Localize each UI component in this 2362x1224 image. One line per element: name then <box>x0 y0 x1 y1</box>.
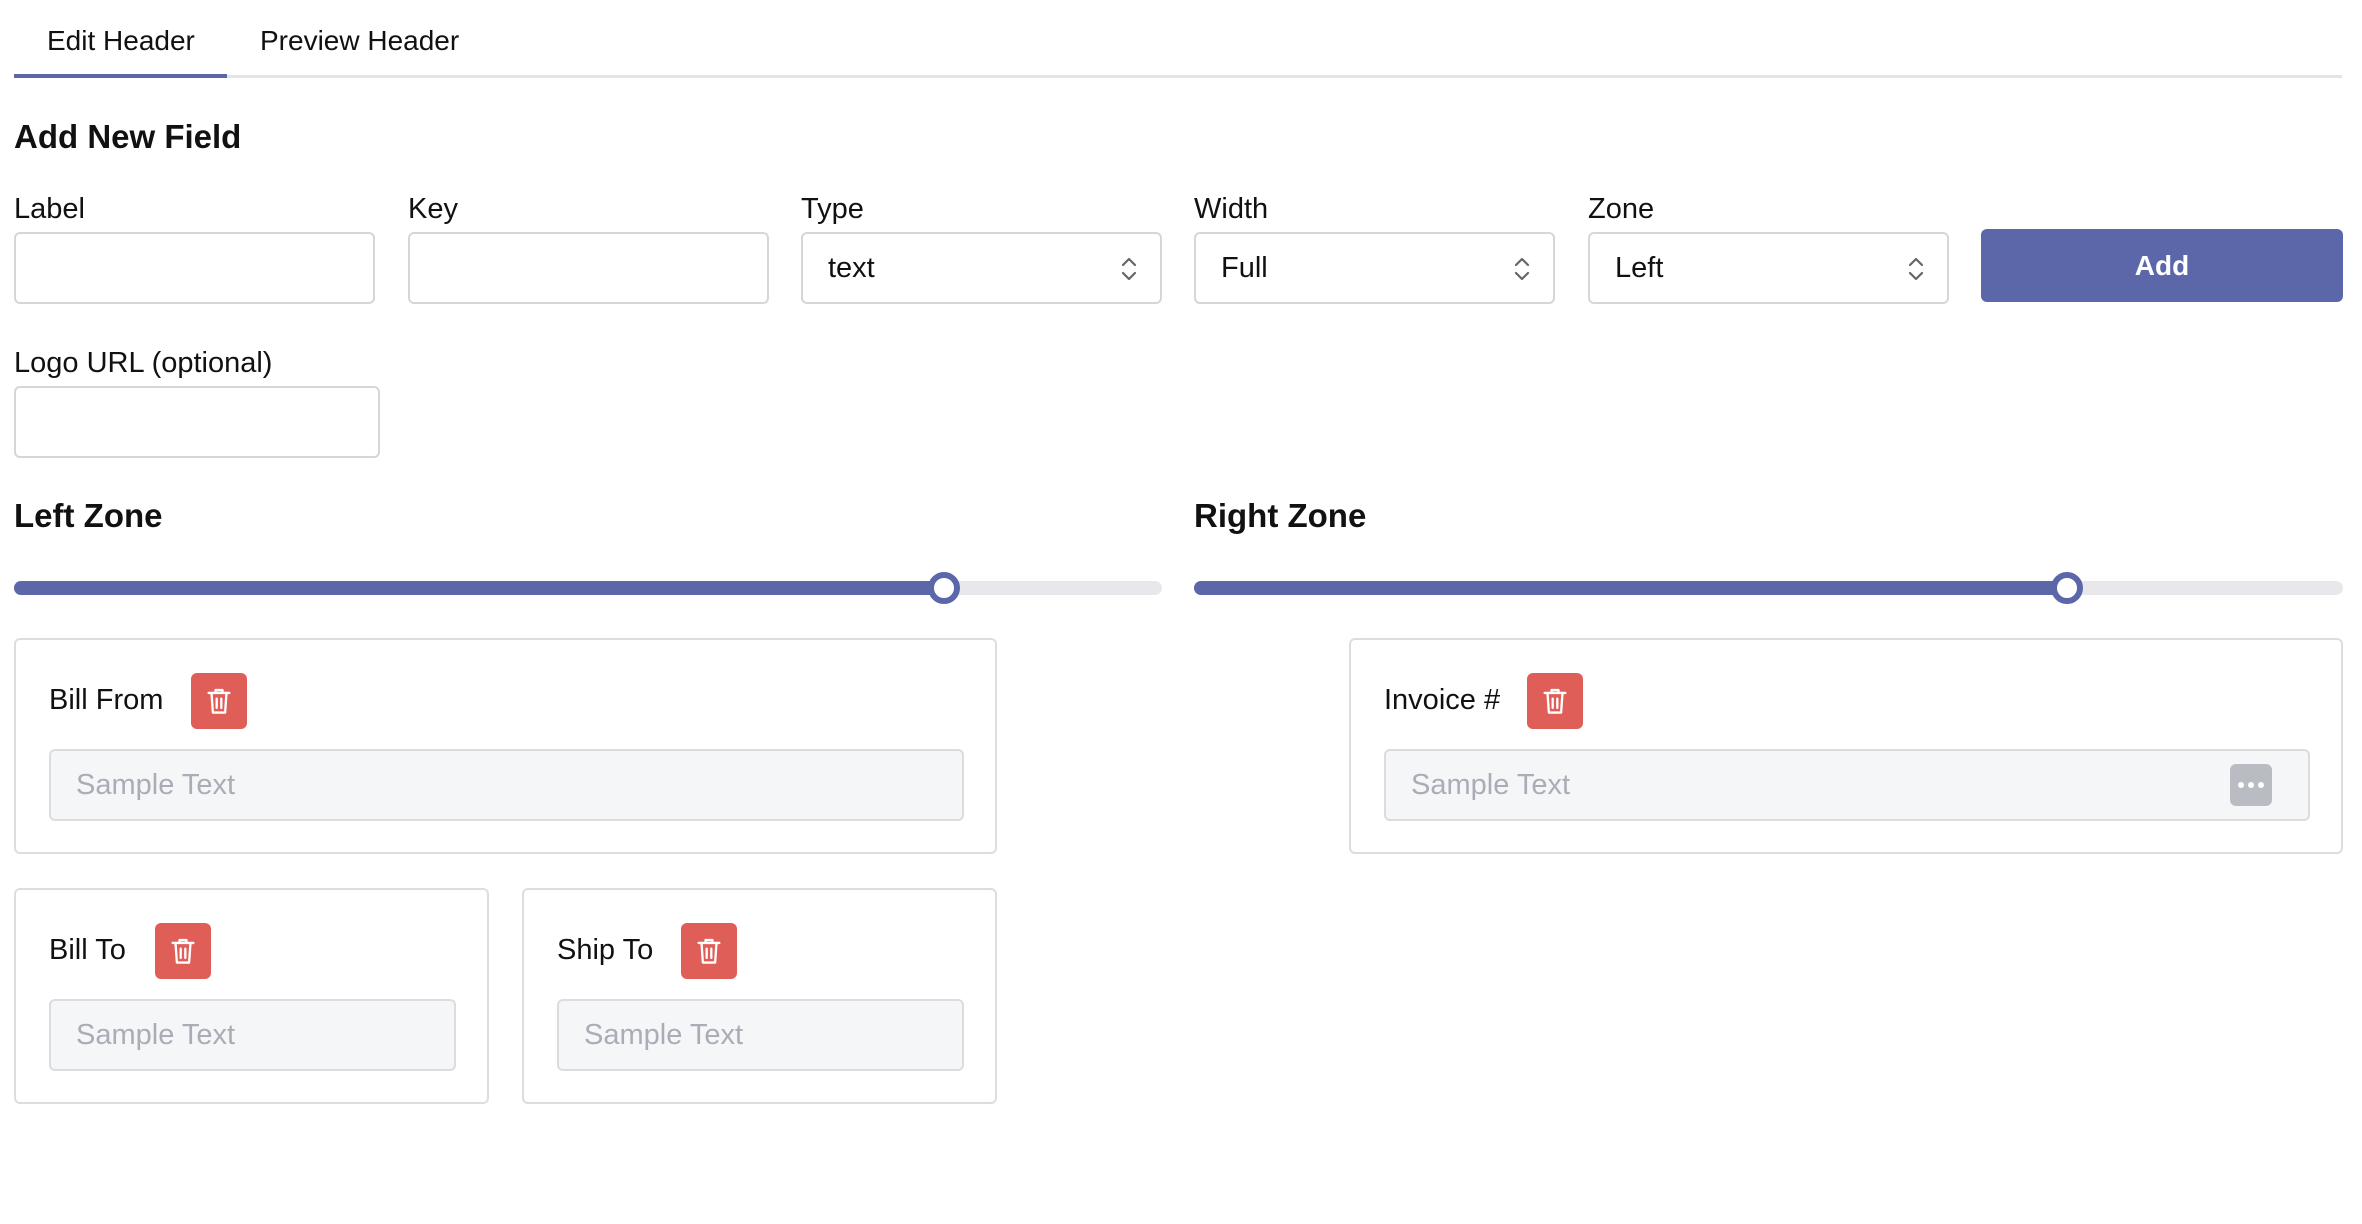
right-zone-slider[interactable] <box>1194 572 2343 604</box>
sample-text-field[interactable]: Sample Text <box>1384 749 2310 821</box>
delete-button[interactable] <box>155 923 211 979</box>
label-field-label: Label <box>14 193 85 225</box>
add-button[interactable]: Add <box>1981 229 2343 302</box>
type-field-label: Type <box>801 193 864 225</box>
key-field-label: Key <box>408 193 458 225</box>
field-card-invoice-number: Invoice # Sample Text <box>1349 638 2343 854</box>
width-select[interactable]: Full <box>1194 232 1555 304</box>
trash-icon <box>171 938 195 964</box>
zone-field-label: Zone <box>1588 193 1655 225</box>
active-tab-indicator <box>14 74 227 78</box>
field-card-ship-to: Ship To Sample Text <box>522 888 997 1104</box>
width-field-label: Width <box>1194 193 1269 225</box>
field-card-label: Ship To <box>557 934 654 966</box>
trash-icon <box>1543 688 1567 714</box>
logo-url-input[interactable] <box>14 386 380 458</box>
right-zone-heading: Right Zone <box>1194 497 1367 534</box>
field-card-label: Invoice # <box>1384 684 1501 716</box>
left-zone-slider-fill <box>14 581 944 595</box>
chevron-updown-icon <box>1121 257 1137 281</box>
trash-icon <box>697 938 721 964</box>
key-input[interactable] <box>408 232 769 304</box>
width-select-value: Full <box>1221 251 1268 284</box>
delete-button[interactable] <box>1527 673 1583 729</box>
zone-select[interactable]: Left <box>1588 232 1949 304</box>
left-zone-heading: Left Zone <box>14 497 163 534</box>
tab-preview-header[interactable]: Preview Header <box>260 25 459 57</box>
type-select-value: text <box>828 251 875 284</box>
field-card-label: Bill From <box>49 684 164 716</box>
trash-icon <box>207 688 231 714</box>
left-zone-slider[interactable] <box>14 572 1162 604</box>
field-card-bill-to: Bill To Sample Text <box>14 888 489 1104</box>
type-select[interactable]: text <box>801 232 1162 304</box>
ellipsis-icon <box>2238 782 2264 788</box>
zone-select-value: Left <box>1615 251 1664 284</box>
tab-edit-header[interactable]: Edit Header <box>47 25 195 57</box>
right-zone-slider-handle[interactable] <box>2051 572 2084 604</box>
tab-bar-divider <box>14 75 2342 78</box>
field-card-bill-from: Bill From Sample Text <box>14 638 997 854</box>
field-card-label: Bill To <box>49 934 126 966</box>
label-input[interactable] <box>14 232 375 304</box>
add-new-field-heading: Add New Field <box>14 118 242 155</box>
more-options-button[interactable] <box>2230 764 2272 806</box>
chevron-updown-icon <box>1514 257 1530 281</box>
right-zone-slider-fill <box>1194 581 2068 595</box>
delete-button[interactable] <box>681 923 737 979</box>
left-zone-slider-handle[interactable] <box>927 572 960 604</box>
sample-text-field[interactable]: Sample Text <box>557 999 964 1071</box>
delete-button[interactable] <box>191 673 247 729</box>
sample-text-field[interactable]: Sample Text <box>49 749 964 821</box>
chevron-updown-icon <box>1908 257 1924 281</box>
logo-url-label: Logo URL (optional) <box>14 347 273 379</box>
sample-text-field[interactable]: Sample Text <box>49 999 456 1071</box>
